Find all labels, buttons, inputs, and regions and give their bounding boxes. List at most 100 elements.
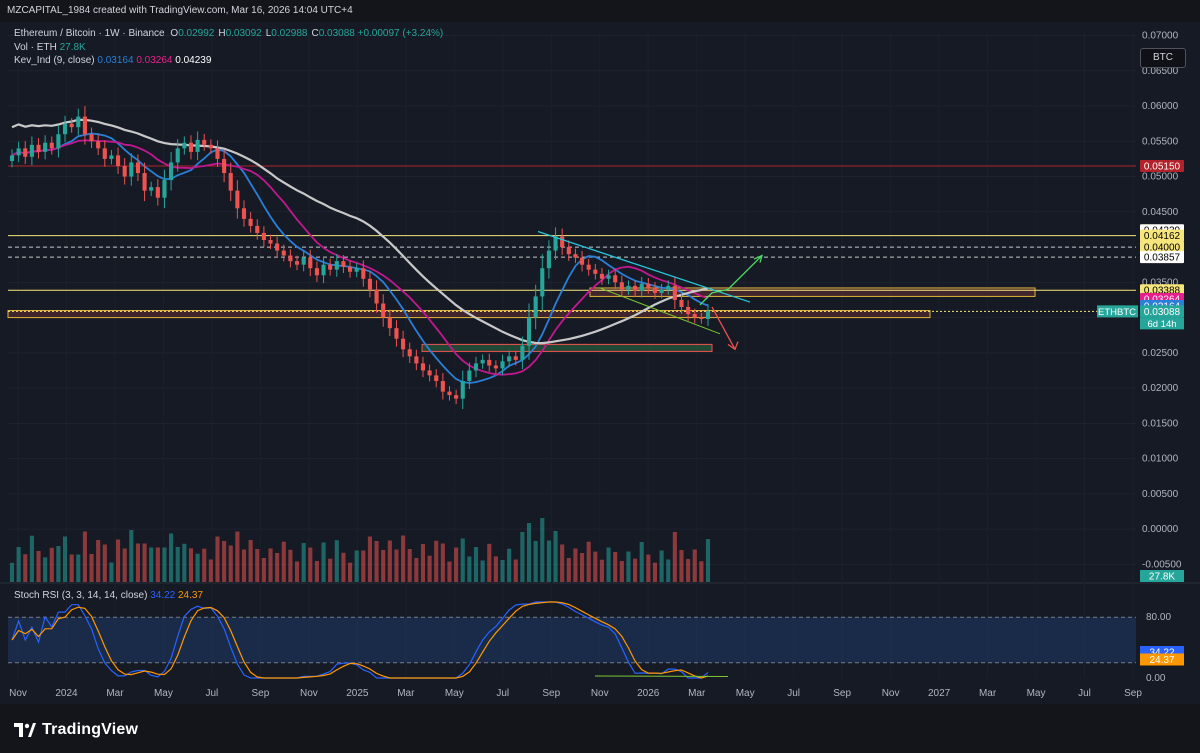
price-tick-label: 0.07000: [1142, 31, 1179, 42]
volume-bar: [222, 541, 227, 582]
candle-body: [480, 359, 485, 364]
volume-bar: [162, 547, 167, 582]
candle-body: [560, 236, 565, 248]
candle-body: [566, 247, 571, 255]
candle-body: [142, 173, 147, 191]
volume-bar: [414, 558, 419, 582]
candle-body: [268, 240, 273, 244]
candle-body: [626, 285, 631, 290]
candle-body: [540, 268, 545, 297]
tradingview-logo[interactable]: TradingView: [14, 721, 138, 739]
volume-bar: [434, 540, 439, 582]
candle-body: [301, 257, 306, 265]
candle-body: [314, 268, 319, 276]
ohlc-key-c: C: [311, 28, 319, 39]
price-tick-label: 0.02000: [1142, 383, 1179, 394]
volume-bar: [626, 551, 631, 582]
volume-bar: [348, 562, 353, 582]
volume-bar: [169, 533, 174, 582]
volume-bar: [619, 561, 624, 582]
volume-bar: [659, 550, 664, 582]
volume-bar: [699, 561, 704, 582]
volume-bar: [294, 561, 300, 582]
moving-average-line: [11, 118, 709, 345]
ohlc-key-h: H: [218, 28, 226, 39]
candle-body: [235, 190, 240, 209]
volume-bar: [420, 544, 426, 582]
candle-body: [43, 142, 48, 152]
candle-body: [414, 356, 419, 364]
chart-area[interactable]: 0.07000 0.06500 0.06000 0.05500 0.05000 0.045…: [0, 22, 1200, 704]
candle-body: [334, 261, 339, 270]
candle-body: [606, 275, 611, 279]
volume-bar: [82, 531, 87, 582]
candle-body: [639, 283, 644, 291]
indicator-label: Kev_Ind (9, close): [14, 55, 95, 66]
volume-bar: [407, 549, 412, 582]
stoch-rsi-legend: Stoch RSI (3, 3, 14, 14, close) 34.22 24…: [14, 590, 203, 601]
volume-bar: [255, 549, 260, 582]
candle-body: [705, 311, 711, 319]
stoch-tick-label: 0.00: [1146, 673, 1166, 684]
candle-body: [593, 269, 598, 274]
volume-last-label: 27.8K: [1149, 572, 1175, 583]
candle-body: [241, 208, 247, 219]
volume-bar: [9, 562, 15, 582]
candle-body: [493, 365, 498, 369]
candle-body: [487, 359, 492, 366]
time-tick-label: May: [445, 688, 464, 699]
time-tick-label: Nov: [882, 688, 900, 699]
price-tick-label: 0.01000: [1142, 454, 1179, 465]
stoch-rsi-label: Stoch RSI (3, 3, 14, 14, close): [14, 590, 148, 601]
candle-body: [440, 381, 445, 392]
candle-body: [62, 123, 68, 135]
volume-bar: [507, 548, 512, 582]
volume-bar: [288, 549, 293, 582]
volume-bar: [334, 540, 339, 582]
candle-body: [692, 314, 697, 318]
currency-badge[interactable]: BTC: [1140, 48, 1186, 68]
volume-bar: [361, 550, 366, 582]
ohlc-value-c: 0.03088: [318, 28, 355, 39]
volume-bar: [705, 539, 711, 582]
ohlc-values: O0.02992 H0.03092 L0.02988 C0.03088: [167, 28, 354, 39]
candle-body: [387, 317, 392, 329]
candle-body: [513, 356, 518, 360]
volume-bar: [62, 536, 68, 582]
candle-body: [155, 187, 160, 198]
candle-body: [679, 299, 684, 307]
volume-bar: [387, 540, 392, 582]
price-chart[interactable]: 0.070000.065000.060000.055000.050000.045…: [0, 22, 1200, 704]
volume-bar: [142, 543, 147, 582]
tradingview-logo-icon: [14, 723, 36, 737]
candle-body: [613, 275, 618, 283]
candle-body: [699, 317, 704, 319]
candle-body: [122, 165, 127, 177]
candle-body: [420, 363, 426, 371]
candle-body: [454, 395, 459, 399]
candle-body: [672, 285, 677, 300]
volume-bar: [553, 531, 558, 582]
candle-body: [467, 370, 472, 382]
price-tick-label: 0.04500: [1142, 207, 1179, 218]
candle-body: [646, 283, 651, 288]
time-tick-label: 2027: [928, 688, 951, 699]
ohlc-value-l: 0.02988: [271, 28, 308, 39]
time-tick-label: Sep: [251, 688, 269, 699]
candle-body: [394, 328, 399, 339]
volume-bar: [633, 558, 638, 582]
candle-body: [29, 144, 34, 157]
candle-body: [308, 257, 313, 269]
volume-bar: [533, 541, 538, 582]
stoch-d-value: 24.37: [178, 590, 204, 601]
volume-bar: [394, 549, 399, 582]
candle-body: [9, 155, 15, 162]
time-tick-label: Jul: [496, 688, 509, 699]
candle-body: [520, 345, 525, 360]
volume-bar: [487, 543, 492, 582]
price-tick-label: -0.00500: [1142, 559, 1182, 570]
volume-bar: [321, 542, 326, 582]
volume-bar: [566, 558, 571, 582]
volume-bar: [599, 559, 604, 582]
price-label-text: 0.03088: [1144, 307, 1181, 318]
